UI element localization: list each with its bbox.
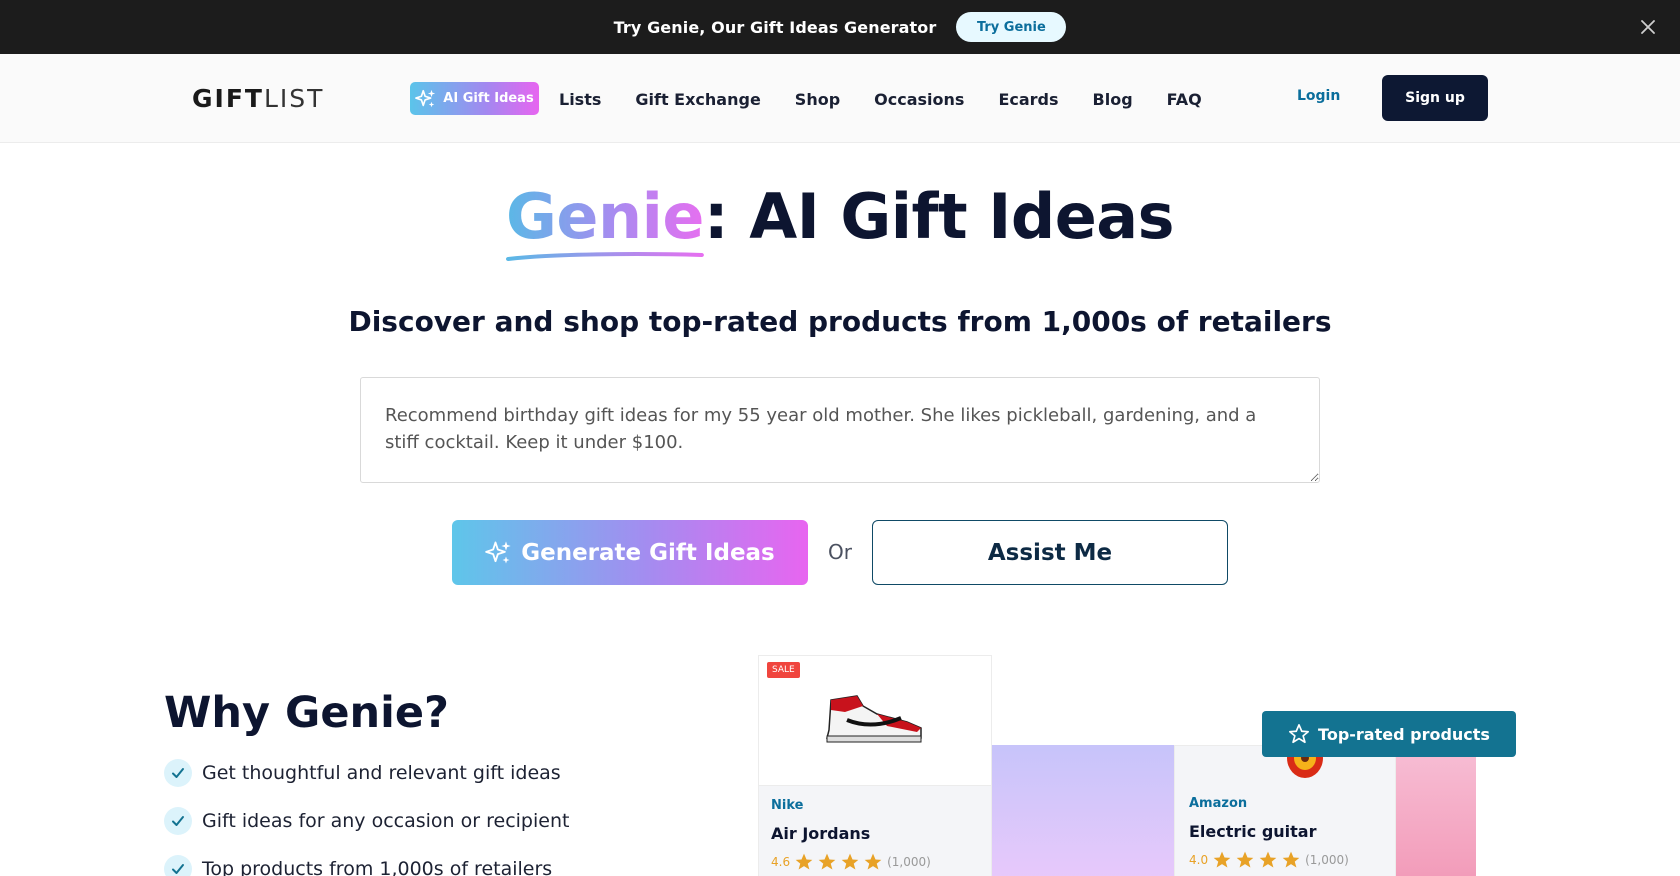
star-icon [1213,851,1231,868]
sparkle-icon [485,540,511,563]
product-card[interactable]: Amazon Electric guitar 4.0 (1,000) [1174,738,1396,876]
nav-link-blog[interactable]: Blog [1093,90,1133,109]
title-rest: : AI Gift Ideas [703,180,1175,253]
nav-link-lists[interactable]: Lists [559,90,601,109]
sparkle-icon [415,89,436,107]
announcement-bar: Try Genie, Our Gift Ideas Generator Try … [0,0,1680,54]
product-name: Electric guitar [1189,822,1317,841]
page-title: Genie: AI Gift Ideas [0,180,1680,261]
rating-row: 4.0 (1,000) [1189,850,1381,870]
assist-me-button[interactable]: Assist Me [872,520,1228,585]
star-icon [818,853,836,870]
star-rating [1212,850,1301,870]
checkmark-icon [164,759,192,787]
ai-gift-ideas-button[interactable]: AI Gift Ideas [410,82,539,115]
rating-count: (1,000) [1305,853,1349,867]
brush-underline [506,252,704,261]
star-icon [1236,851,1254,868]
logo-text-light: LIST [263,84,325,113]
star-outline-icon [1289,724,1310,744]
ai-gift-ideas-label: AI Gift Ideas [443,91,534,106]
star-icon [841,853,859,870]
feature-item: Get thoughtful and relevant gift ideas [164,759,569,787]
rating-count: (1,000) [887,855,931,869]
nav-link-gift-exchange[interactable]: Gift Exchange [635,90,760,109]
rating-row: 4.6 (1,000) [771,852,979,872]
nav-link-occasions[interactable]: Occasions [874,90,964,109]
feature-text: Top products from 1,000s of retailers [202,858,553,876]
star-icon [795,853,813,870]
main-navbar: GIFTLIST AI Gift Ideas Lists Gift Exchan… [0,54,1680,143]
try-genie-button[interactable]: Try Genie [956,12,1067,42]
feature-list: Get thoughtful and relevant gift ideas G… [164,759,569,876]
nav-link-faq[interactable]: FAQ [1167,90,1202,109]
product-info: Nike Air Jordans 4.6 (1,000) [759,785,991,876]
title-genie-word: Genie [506,180,704,261]
top-rated-label: Top-rated products [1318,724,1490,744]
feature-text: Get thoughtful and relevant gift ideas [202,762,561,784]
nav-links: Lists Gift Exchange Shop Occasions Ecard… [559,84,1202,114]
product-image: SALE [759,656,991,785]
retailer-name: Amazon [1189,796,1248,811]
generate-label: Generate Gift Ideas [521,539,775,566]
checkmark-icon [164,807,192,835]
product-showcase: SALE Nike Air Jordans 4.6 (1,000) Amazon… [758,655,1538,876]
decorative-gradient-block [1396,755,1476,876]
star-icon [1282,851,1300,868]
sale-badge: SALE [767,662,800,678]
product-card[interactable]: SALE Nike Air Jordans 4.6 (1,000) [758,655,992,876]
nav-link-shop[interactable]: Shop [795,90,840,109]
sneaker-icon [826,695,922,743]
feature-item: Gift ideas for any occasion or recipient [164,807,569,835]
top-rated-badge: Top-rated products [1262,711,1516,757]
gift-prompt-input[interactable] [360,377,1320,483]
or-separator: Or [828,540,852,564]
generate-gift-ideas-button[interactable]: Generate Gift Ideas [452,520,808,585]
star-rating [794,852,883,872]
login-link[interactable]: Login [1297,88,1340,104]
giftlist-logo[interactable]: GIFTLIST [192,84,324,113]
product-name: Air Jordans [771,824,871,843]
feature-item: Top products from 1,000s of retailers [164,855,569,876]
checkmark-icon [164,855,192,876]
rating-value: 4.0 [1189,853,1209,867]
decorative-gradient-block [992,745,1174,876]
star-icon [864,853,882,870]
logo-text-bold: GIFT [192,84,264,113]
rating-value: 4.6 [771,855,791,869]
hero-subtitle: Discover and shop top-rated products fro… [348,305,1332,338]
feature-text: Gift ideas for any occasion or recipient [202,810,570,832]
signup-button[interactable]: Sign up [1382,75,1488,121]
star-icon [1259,851,1277,868]
announcement-text: Try Genie, Our Gift Ideas Generator [613,17,937,37]
close-icon[interactable] [1636,15,1660,39]
nav-link-ecards[interactable]: Ecards [998,90,1058,109]
retailer-name: Nike [771,798,804,813]
why-genie-heading: Why Genie? [164,688,449,738]
